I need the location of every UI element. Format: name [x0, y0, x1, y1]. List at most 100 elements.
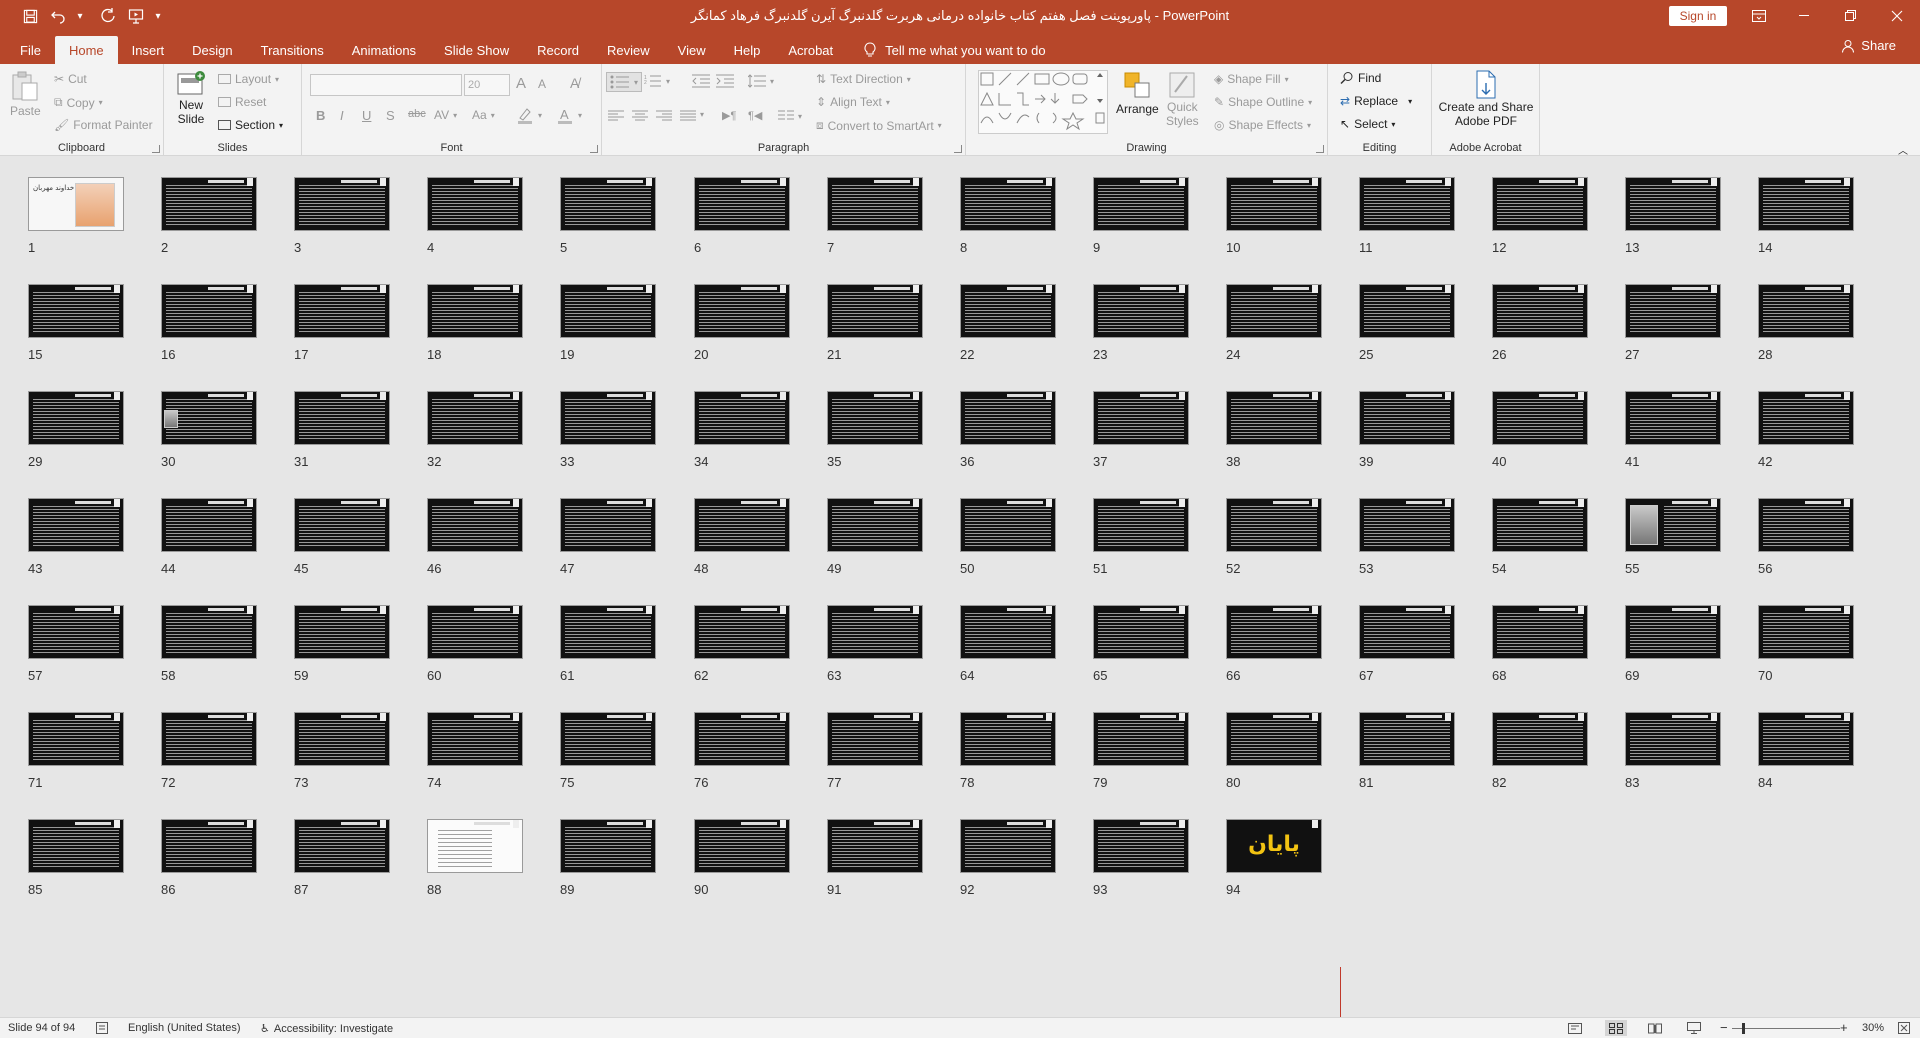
italic-button[interactable]: I — [340, 108, 344, 123]
align-center-icon[interactable] — [632, 110, 648, 122]
slide-thumbnail[interactable] — [1093, 284, 1189, 338]
undo-icon[interactable] — [46, 4, 70, 28]
slide-thumbnail[interactable] — [1625, 498, 1721, 552]
tab-review[interactable]: Review — [593, 36, 664, 64]
slide-thumbnail[interactable] — [1758, 605, 1854, 659]
slide-thumbnail[interactable] — [28, 712, 124, 766]
slide-thumbnail[interactable] — [294, 391, 390, 445]
numbering-button[interactable]: 1 2 ▾ — [644, 74, 670, 88]
tab-view[interactable]: View — [664, 36, 720, 64]
ribbon-display-options-icon[interactable] — [1736, 0, 1782, 32]
dialog-launcher-icon[interactable] — [954, 145, 962, 153]
slide-thumbnail[interactable] — [827, 712, 923, 766]
slide-thumbnail[interactable] — [161, 391, 257, 445]
slide-thumbnail[interactable] — [827, 819, 923, 873]
increase-indent-icon[interactable] — [716, 74, 734, 88]
notes-icon[interactable] — [96, 1022, 108, 1034]
slide-thumbnail[interactable] — [827, 605, 923, 659]
slide-thumbnail[interactable] — [1093, 712, 1189, 766]
slide-thumbnail[interactable] — [960, 498, 1056, 552]
slide-thumbnail[interactable] — [294, 284, 390, 338]
tab-transitions[interactable]: Transitions — [247, 36, 338, 64]
slide-thumbnail[interactable] — [427, 177, 523, 231]
slide-thumbnail[interactable] — [161, 712, 257, 766]
decrease-indent-icon[interactable] — [692, 74, 710, 88]
slide-thumbnail[interactable] — [1226, 498, 1322, 552]
tab-help[interactable]: Help — [720, 36, 775, 64]
tab-insert[interactable]: Insert — [118, 36, 179, 64]
slide-thumbnail[interactable] — [560, 819, 656, 873]
slide-thumbnail[interactable] — [1492, 177, 1588, 231]
fit-to-window-icon[interactable] — [1898, 1022, 1910, 1034]
slide-thumbnail[interactable] — [1226, 284, 1322, 338]
slide-thumbnail[interactable] — [1359, 712, 1455, 766]
slide-thumbnail[interactable] — [1758, 177, 1854, 231]
shape-effects-button[interactable]: ◎ Shape Effects ▾ — [1214, 118, 1311, 132]
slide-thumbnail[interactable] — [28, 605, 124, 659]
slide-thumbnail[interactable] — [28, 498, 124, 552]
font-size-combo[interactable]: 20 — [464, 74, 510, 96]
slide-thumbnail[interactable] — [960, 605, 1056, 659]
slide-thumbnail[interactable] — [1758, 391, 1854, 445]
slide-thumbnail[interactable] — [960, 284, 1056, 338]
zoom-out-button[interactable]: − — [1720, 1020, 1728, 1035]
slide-thumbnail[interactable] — [694, 391, 790, 445]
slide-thumbnail[interactable] — [827, 284, 923, 338]
slide-thumbnail[interactable] — [1093, 177, 1189, 231]
collapse-ribbon-icon[interactable]: ︿ — [1898, 142, 1908, 157]
replace-button[interactable]: ⇄ Replace ▾ — [1340, 94, 1412, 108]
slide-thumbnail[interactable] — [560, 712, 656, 766]
find-button[interactable]: Find — [1340, 71, 1381, 85]
slide-thumbnail[interactable] — [427, 819, 523, 873]
slide-thumbnail[interactable] — [827, 177, 923, 231]
customize-toolbar-icon[interactable]: ▾ — [146, 4, 170, 28]
slide-thumbnail[interactable] — [161, 498, 257, 552]
slide-thumbnail[interactable] — [960, 177, 1056, 231]
tab-acrobat[interactable]: Acrobat — [774, 36, 847, 64]
slide-thumbnail[interactable] — [960, 391, 1056, 445]
slide-thumbnail[interactable] — [161, 177, 257, 231]
minimize-icon[interactable] — [1782, 0, 1828, 32]
slide-thumbnail[interactable]: بنام خداوند مهربان — [28, 177, 124, 231]
slide-thumbnail[interactable] — [694, 819, 790, 873]
save-icon[interactable] — [18, 4, 42, 28]
slide-thumbnail[interactable] — [1093, 605, 1189, 659]
decrease-font-size-button[interactable]: A — [538, 77, 546, 91]
clear-formatting-icon[interactable]: A̸ — [570, 75, 579, 91]
change-case-button[interactable]: Aa ▾ — [472, 108, 495, 122]
slide-thumbnail[interactable] — [1226, 391, 1322, 445]
distributed-dropdown-icon[interactable]: ▾ — [700, 110, 704, 119]
cut-button[interactable]: ✂ Cut — [54, 72, 87, 86]
slide-thumbnail[interactable] — [427, 712, 523, 766]
tell-me-search[interactable]: Tell me what you want to do — [863, 36, 1046, 64]
font-color-button[interactable]: A ▾ — [556, 106, 582, 124]
slide-thumbnail[interactable] — [161, 819, 257, 873]
line-spacing-button[interactable]: ▾ — [748, 74, 774, 88]
slide-thumbnail[interactable] — [1625, 177, 1721, 231]
sign-in-button[interactable]: Sign in — [1669, 6, 1727, 26]
tab-record[interactable]: Record — [523, 36, 593, 64]
tab-file[interactable]: File — [6, 36, 55, 64]
tab-animations[interactable]: Animations — [338, 36, 430, 64]
slide-thumbnail[interactable] — [1492, 284, 1588, 338]
justify-icon[interactable] — [680, 110, 696, 122]
slide-thumbnail[interactable] — [560, 177, 656, 231]
slide-counter[interactable]: Slide 94 of 94 — [8, 1022, 75, 1034]
create-share-pdf-button[interactable]: Create and Share Adobe PDF — [1439, 70, 1533, 128]
slide-thumbnail[interactable] — [960, 819, 1056, 873]
paste-button[interactable]: Paste — [10, 70, 41, 118]
slide-thumbnail[interactable] — [427, 498, 523, 552]
present-from-beginning-icon[interactable] — [124, 4, 148, 28]
tab-home[interactable]: Home — [54, 36, 118, 64]
highlight-color-button[interactable]: ▾ — [516, 106, 542, 124]
slide-thumbnail[interactable] — [28, 284, 124, 338]
underline-button[interactable]: U — [362, 108, 371, 123]
slide-thumbnail[interactable] — [1492, 712, 1588, 766]
slide-thumbnail[interactable] — [1758, 284, 1854, 338]
slide-thumbnail[interactable] — [1492, 498, 1588, 552]
quick-styles-button[interactable]: Quick Styles — [1166, 70, 1199, 128]
reading-view-icon[interactable] — [1644, 1020, 1666, 1036]
bullets-button[interactable]: ▾ — [606, 72, 643, 92]
left-to-right-icon[interactable]: ▶¶ — [722, 109, 736, 122]
zoom-slider-track[interactable] — [1732, 1028, 1840, 1029]
